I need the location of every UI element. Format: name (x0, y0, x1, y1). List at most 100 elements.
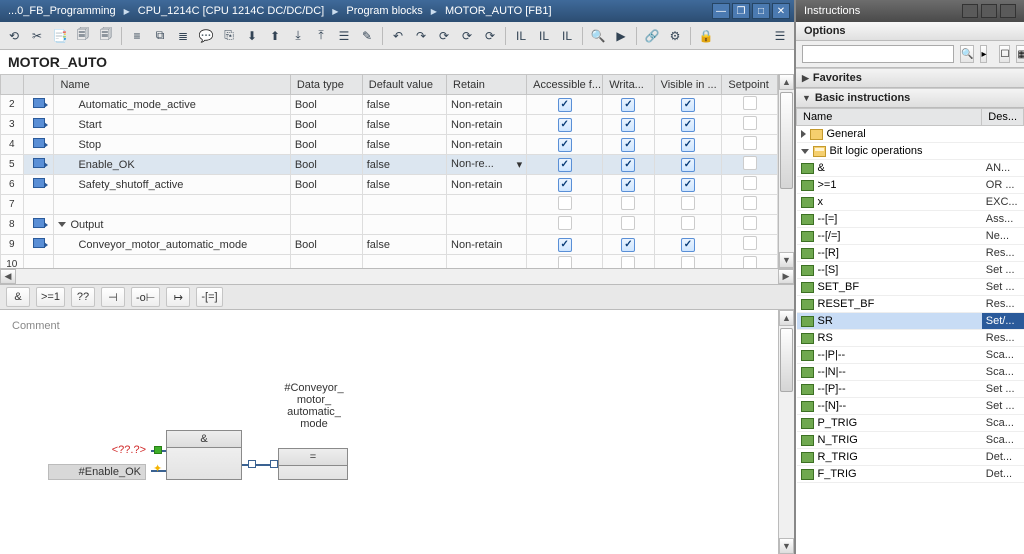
tool-icon[interactable]: ≡ (127, 26, 147, 46)
tool-icon[interactable]: ✂ (27, 26, 47, 46)
side-dock-icon[interactable] (981, 4, 997, 18)
tree-node[interactable]: R_TRIGDet... (797, 449, 1024, 466)
tool-icon[interactable]: 🗐 (73, 26, 93, 46)
col-writable[interactable]: Writa... (603, 75, 654, 95)
crumb-2[interactable]: Program blocks (342, 5, 426, 17)
tool-icon[interactable]: ✎ (357, 26, 377, 46)
tool-icon[interactable]: 🔒 (696, 26, 716, 46)
tree-node[interactable]: --[/=]Ne... (797, 228, 1024, 245)
interface-row[interactable]: 3 Start Bool false Non-retain ✓ ✓ ✓ (1, 115, 778, 135)
network-editor[interactable]: Comment & = #Conveyor_ motor_ automatic_… (0, 310, 794, 554)
basic-instructions-header[interactable]: ▼Basic instructions (796, 88, 1024, 108)
tree-node[interactable]: N_TRIGSca... (797, 432, 1024, 449)
col-visible[interactable]: Visible in ... (654, 75, 722, 95)
op-and-button[interactable]: & (6, 287, 30, 307)
interface-row[interactable]: 9 Conveyor_motor_automatic_mode Bool fal… (1, 235, 778, 255)
tree-node[interactable]: P_TRIGSca... (797, 415, 1024, 432)
tool-icon[interactable]: 🔗 (642, 26, 662, 46)
interface-row[interactable]: 10 (1, 255, 778, 269)
assign-box[interactable]: = (278, 448, 348, 480)
tool-icon[interactable]: 📑 (50, 26, 70, 46)
window-restore-icon[interactable]: ❐ (732, 3, 750, 19)
tree-node[interactable]: --[R]Res... (797, 245, 1024, 262)
tool-icon[interactable]: ▶ (611, 26, 631, 46)
tree-node[interactable]: xEXC... (797, 194, 1024, 211)
side-collapse-icon[interactable] (1000, 4, 1016, 18)
interface-row[interactable]: 4 Stop Bool false Non-retain ✓ ✓ ✓ (1, 135, 778, 155)
crumb-3[interactable]: MOTOR_AUTO [FB1] (441, 5, 556, 17)
tree-col-desc[interactable]: Des... (982, 109, 1024, 126)
tool-icon[interactable]: ⧉ (150, 26, 170, 46)
op-contact-button[interactable]: ⊣ (101, 287, 125, 307)
op-assign-button[interactable]: -[=] (196, 287, 222, 307)
tool-icon[interactable]: ⚙ (665, 26, 685, 46)
window-min-icon[interactable]: — (712, 3, 730, 19)
interface-row[interactable]: 8 Output (1, 215, 778, 235)
tool-icon[interactable]: ⟲ (4, 26, 24, 46)
window-max-icon[interactable]: □ (752, 3, 770, 19)
tree-node[interactable]: Bit logic operations (797, 143, 1024, 160)
crumb-1[interactable]: CPU_1214C [CPU 1214C DC/DC/DC] (134, 5, 328, 17)
tool-icon[interactable]: ↷ (411, 26, 431, 46)
tree-node[interactable]: SRSet/... (797, 313, 1024, 330)
view-grid-icon[interactable]: ▦ (1016, 45, 1024, 63)
tree-node[interactable]: --|P|--Sca... (797, 347, 1024, 364)
interface-row[interactable]: 2 Automatic_mode_active Bool false Non-r… (1, 95, 778, 115)
interface-row[interactable]: 5 Enable_OK Bool false Non-re... ▾ ✓ ✓ ✓ (1, 155, 778, 175)
options-header[interactable]: Options (796, 22, 1024, 41)
tree-node[interactable]: &AN... (797, 160, 1024, 177)
interface-row[interactable]: 7 (1, 195, 778, 215)
input-enable-operand[interactable]: #Enable_OK (48, 464, 146, 480)
tool-icon[interactable]: ↶ (388, 26, 408, 46)
col-name[interactable]: Name (54, 75, 290, 95)
search-input[interactable] (802, 45, 954, 63)
col-retain[interactable]: Retain (447, 75, 527, 95)
op-or-button[interactable]: >=1 (36, 287, 65, 307)
search-next-icon[interactable]: ▸ (980, 45, 987, 63)
tree-node[interactable]: RSRes... (797, 330, 1024, 347)
tree-node[interactable]: --[=]Ass... (797, 211, 1024, 228)
tool-icon[interactable]: IL (557, 26, 577, 46)
tree-node[interactable]: RESET_BFRes... (797, 296, 1024, 313)
tool-icon[interactable]: IL (511, 26, 531, 46)
view-icon[interactable]: ☐ (999, 45, 1010, 63)
tool-icon[interactable]: 🔍 (588, 26, 608, 46)
tool-icon[interactable]: 💬 (196, 26, 216, 46)
tool-icon[interactable]: ☰ (334, 26, 354, 46)
tool-icon[interactable]: ⟳ (434, 26, 454, 46)
comment-label[interactable]: Comment (8, 318, 770, 334)
tool-icon[interactable]: ≣ (173, 26, 193, 46)
tree-col-name[interactable]: Name (797, 109, 982, 126)
op-neg-button[interactable]: -o⊢ (131, 287, 160, 307)
tree-node[interactable]: SET_BFSet ... (797, 279, 1024, 296)
and-box[interactable]: & (166, 430, 242, 480)
tool-icon[interactable]: ⎘ (219, 26, 239, 46)
interface-row[interactable]: 6 Safety_shutoff_active Bool false Non-r… (1, 175, 778, 195)
op-branch-button[interactable]: ↦ (166, 287, 190, 307)
op-empty-button[interactable]: ?? (71, 287, 95, 307)
col-setpoint[interactable]: Setpoint (722, 75, 778, 95)
tree-node[interactable]: --[S]Set ... (797, 262, 1024, 279)
col-default[interactable]: Default value (362, 75, 446, 95)
tree-node[interactable]: >=1OR ... (797, 177, 1024, 194)
tool-icon[interactable]: 🗐 (96, 26, 116, 46)
tool-icon[interactable]: ⬇ (242, 26, 262, 46)
input-err-operand[interactable]: <??.?> (86, 444, 146, 456)
editor-v-scroll[interactable]: ▲▼ (778, 310, 794, 554)
tool-icon[interactable]: ⬆ (265, 26, 285, 46)
search-icon[interactable]: 🔍 (960, 45, 974, 63)
tool-icon[interactable]: ⟳ (480, 26, 500, 46)
tree-node[interactable]: --[P]--Set ... (797, 381, 1024, 398)
tool-icon[interactable]: ⟳ (457, 26, 477, 46)
col-accessible[interactable]: Accessible f... (527, 75, 603, 95)
grid-v-scroll[interactable]: ▲▼ (778, 74, 794, 268)
col-datatype[interactable]: Data type (290, 75, 362, 95)
tree-node[interactable]: --[N]--Set ... (797, 398, 1024, 415)
sidebar-toggle-icon[interactable]: ☰ (770, 26, 790, 46)
tool-icon[interactable]: ⤒ (311, 26, 331, 46)
tree-node[interactable]: --|N|--Sca... (797, 364, 1024, 381)
window-close-icon[interactable]: ✕ (772, 3, 790, 19)
favorites-header[interactable]: ▶Favorites (796, 68, 1024, 88)
tool-icon[interactable]: ⤓ (288, 26, 308, 46)
interface-grid[interactable]: Name Data type Default value Retain Acce… (0, 74, 794, 284)
